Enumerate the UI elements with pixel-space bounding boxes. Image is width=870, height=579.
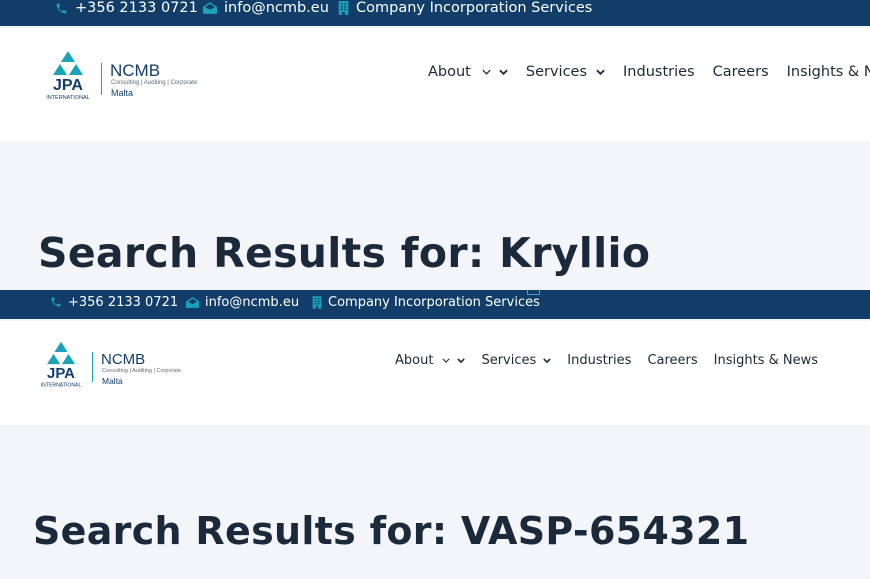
chevron-down-icon[interactable] (482, 69, 491, 75)
logo-mark-text: JPA (53, 77, 83, 94)
phone-link[interactable]: +356 2133 0721 (50, 294, 178, 310)
nav-item-about[interactable]: About (395, 353, 466, 368)
email-link[interactable]: info@ncmb.eu (186, 294, 299, 310)
top-contact-bar: +356 2133 0721 info@ncmb.eu Company Inco… (0, 0, 870, 26)
chevron-down-icon[interactable] (543, 358, 552, 363)
company-services-text: Company Incorporation Services (328, 294, 540, 310)
chevron-down-icon[interactable] (596, 69, 605, 75)
nav-item-careers[interactable]: Careers (647, 353, 697, 368)
screen-2: +356 2133 0721 info@ncmb.eu Company Inco… (0, 290, 870, 579)
site-logo[interactable]: JPA INTERNATIONAL NCMB Consulting | Audi… (38, 51, 218, 103)
nav-item-services[interactable]: Services (481, 353, 552, 368)
main-nav: About Services Industries Careers Insigh… (395, 353, 818, 368)
building-icon (338, 1, 349, 15)
phone-text: +356 2133 0721 (75, 0, 198, 16)
nav-label-about: About (395, 353, 434, 368)
jpa-logo-mark: JPA INTERNATIONAL (41, 341, 82, 389)
building-icon (312, 295, 322, 309)
nav-item-services[interactable]: Services (526, 64, 605, 80)
site-header: JPA INTERNATIONAL NCMB Consulting | Audi… (0, 28, 870, 141)
nav-label-careers: Careers (647, 353, 698, 368)
nav-label-insights-news: Insights & News (713, 353, 819, 368)
page-title: Search Results for: VASP-654321 (33, 509, 750, 553)
nav-item-insights-news[interactable]: Insights & News (787, 64, 870, 80)
nav-label-services: Services (525, 64, 588, 80)
chevron-down-icon[interactable] (442, 358, 451, 363)
email-text: info@ncmb.eu (205, 294, 300, 310)
chevron-down-icon[interactable] (499, 69, 508, 75)
company-services-text: Company Incorporation Services (356, 0, 593, 16)
logo-location: Malta (111, 88, 134, 98)
envelope-icon (203, 2, 217, 14)
phone-icon (55, 2, 68, 15)
logo-divider (101, 63, 102, 95)
site-header: JPA INTERNATIONAL NCMB Consulting | Audi… (0, 321, 870, 425)
chevron-down-icon[interactable] (457, 358, 466, 363)
logo-mark-sub: INTERNATIONAL (46, 95, 90, 101)
phone-link[interactable]: +356 2133 0721 (55, 0, 198, 16)
company-incorporation-link[interactable]: Company Incorporation Services (338, 0, 592, 16)
nav-item-industries[interactable]: Industries (623, 64, 695, 80)
main-nav: About Services Industries Careers Insigh… (428, 64, 870, 80)
logo-tagline: Consulting | Auditing | Corporate (111, 80, 198, 86)
screen-1: +356 2133 0721 info@ncmb.eu Company Inco… (0, 0, 870, 290)
logo-divider (92, 352, 93, 382)
nav-label-industries: Industries (567, 353, 632, 368)
logo-mark-sub: INTERNATIONAL (41, 383, 82, 389)
search-hero: Search Results for: Kryllio (0, 141, 870, 290)
page-title: Search Results for: Kryllio (38, 229, 651, 277)
email-text: info@ncmb.eu (224, 0, 329, 16)
phone-icon (50, 296, 62, 308)
nav-item-about[interactable]: About (428, 64, 508, 80)
nav-label-about: About (428, 64, 471, 80)
search-hero: Search Results for: VASP-654321 (0, 425, 870, 579)
nav-label-services: Services (481, 353, 537, 368)
nav-label-insights-news: Insights & News (786, 64, 870, 80)
envelope-icon (186, 296, 199, 308)
top-contact-bar: +356 2133 0721 info@ncmb.eu Company Inco… (0, 290, 870, 319)
logo-mark-text: JPA (47, 365, 75, 382)
jpa-logo-mark: JPA INTERNATIONAL (46, 51, 90, 101)
site-logo[interactable]: JPA INTERNATIONAL NCMB Consulting | Audi… (33, 341, 203, 391)
logo-brand: NCMB (110, 61, 161, 80)
nav-item-insights-news[interactable]: Insights & News (714, 353, 818, 368)
nav-item-careers[interactable]: Careers (713, 64, 769, 80)
company-incorporation-link[interactable]: Company Incorporation Services (312, 294, 540, 310)
logo-brand: NCMB (101, 351, 146, 368)
nav-label-careers: Careers (712, 64, 769, 80)
email-link[interactable]: info@ncmb.eu (203, 0, 329, 16)
logo-location: Malta (102, 376, 123, 386)
nav-item-industries[interactable]: Industries (567, 353, 631, 368)
logo-tagline: Consulting | Auditing | Corporate (102, 368, 181, 374)
nav-label-industries: Industries (623, 64, 695, 80)
selection-marker (527, 290, 540, 295)
phone-text: +356 2133 0721 (68, 294, 179, 310)
